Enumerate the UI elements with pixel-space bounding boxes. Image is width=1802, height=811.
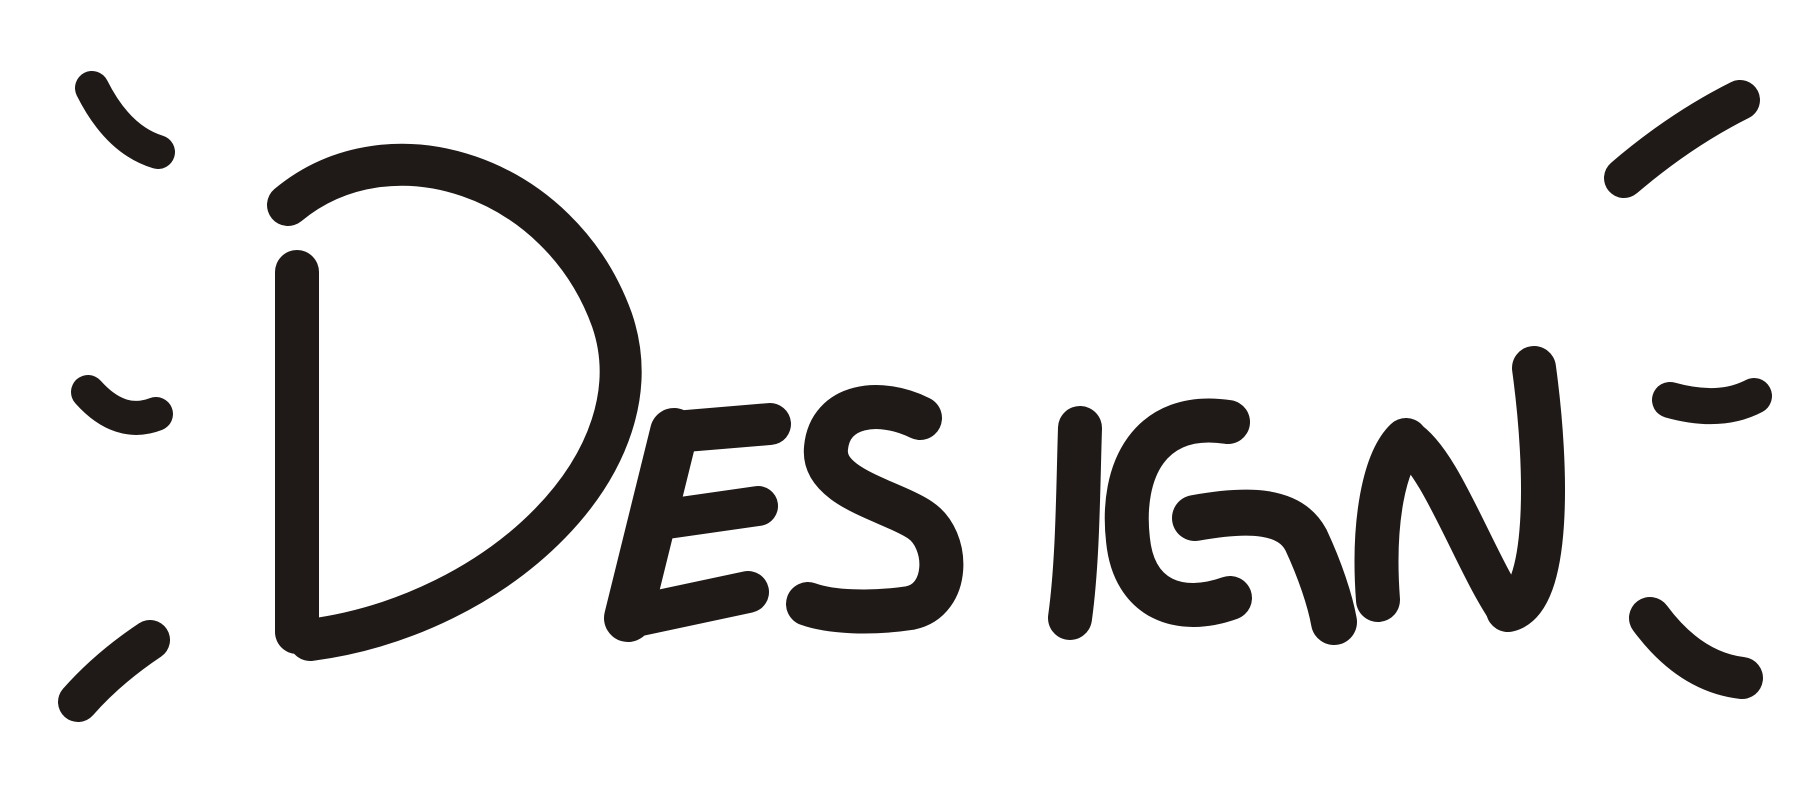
letter-e xyxy=(604,403,791,642)
letter-i xyxy=(1048,406,1102,640)
letters xyxy=(267,143,1565,661)
ray-left-middle xyxy=(71,375,173,435)
ray-left-bottom xyxy=(58,620,170,722)
letter-s xyxy=(786,385,964,634)
ray-right-middle xyxy=(1652,378,1772,425)
letter-g xyxy=(1104,398,1357,645)
ray-right-top xyxy=(1604,80,1760,198)
letter-n xyxy=(1354,346,1565,632)
design-lettering-artwork xyxy=(58,71,1772,722)
left-rays xyxy=(58,71,175,722)
ray-right-bottom xyxy=(1629,597,1763,699)
letter-d xyxy=(267,143,642,661)
ray-left-top xyxy=(75,71,175,169)
right-rays xyxy=(1604,80,1772,699)
